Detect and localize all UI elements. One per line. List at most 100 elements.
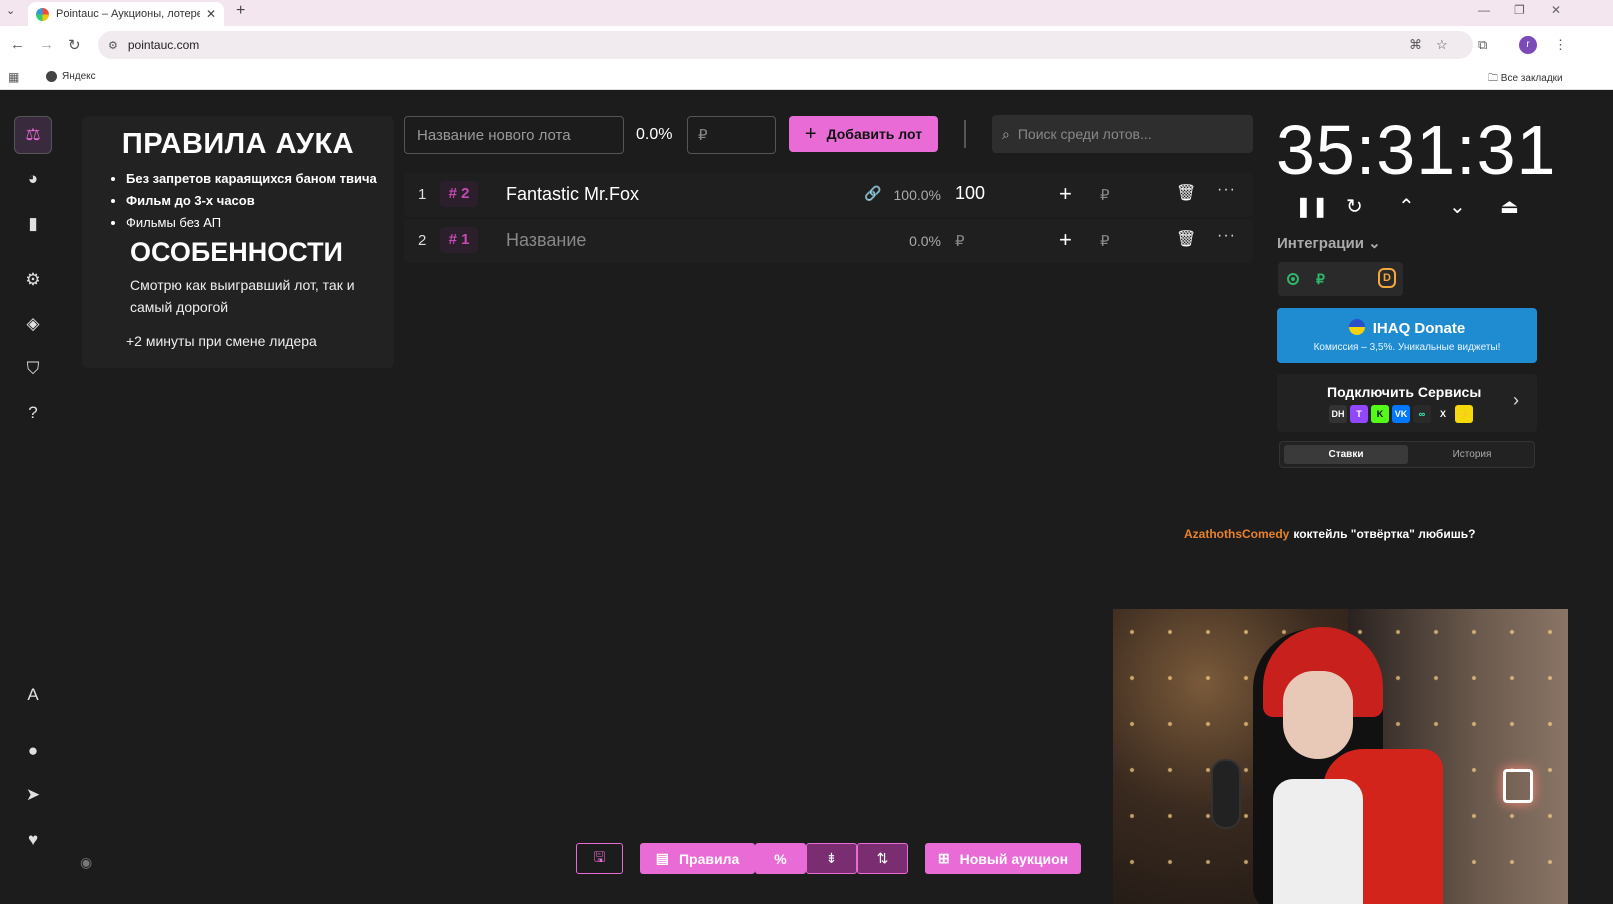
add-amount-icon[interactable]: +: [1059, 181, 1072, 207]
forward-icon[interactable]: →: [39, 36, 54, 53]
tab-title: Pointauc – Аукционы, лотереи: [56, 8, 200, 20]
chevron-double-up-icon[interactable]: ⏏: [1500, 194, 1519, 219]
bolt-icon: ⚡: [1455, 405, 1473, 423]
status-icon[interactable]: [1287, 273, 1299, 285]
lot-index: 2: [418, 232, 427, 249]
site-info-icon[interactable]: ⚙: [108, 39, 118, 52]
chat-message: AzathothsComedy коктейль "отвёртка" любиш…: [1184, 527, 1475, 541]
cam-microphone: [1211, 759, 1241, 829]
history-tabs: Ставки История: [1279, 441, 1535, 468]
apps-icon[interactable]: ▦: [8, 70, 19, 84]
plus-icon: +: [804, 122, 817, 145]
lot-amount[interactable]: ₽: [955, 232, 965, 250]
sidebar-item-layers-icon[interactable]: ◈: [14, 305, 52, 343]
search-input[interactable]: ⌕ Поиск среди лотов...: [992, 115, 1253, 153]
divider: [964, 120, 966, 148]
sidebar-item-stats-icon[interactable]: ▮: [14, 205, 52, 243]
new-auction-button[interactable]: ⊞ Новый аукцион: [925, 843, 1081, 874]
lot-row: 1 # 2 Fantastic Mr.Fox 🔗 100.0% 100 + ₽ …: [404, 173, 1253, 217]
sidebar-item-donate-icon[interactable]: ♥: [14, 821, 52, 859]
delete-icon[interactable]: 🗑: [1176, 183, 1196, 203]
search-placeholder: Поиск среди лотов...: [1017, 126, 1152, 142]
new-tab-button[interactable]: +: [236, 2, 245, 20]
sidebar-item-settings-icon[interactable]: ⚙: [14, 261, 52, 299]
rules-title: ПРАВИЛА АУКА: [121, 128, 355, 160]
save-button[interactable]: 🖫: [576, 843, 623, 874]
cam-dress: [1273, 779, 1363, 904]
reload-icon[interactable]: ↻: [68, 36, 81, 54]
x-icon: X: [1434, 405, 1452, 423]
bookmark-label: Яндекс: [62, 71, 96, 82]
donate-banner[interactable]: IHAQ Donate Комиссия – 3,5%. Уникальные …: [1277, 308, 1537, 363]
lot-row: 2 # 1 Название 0.0% ₽ + ₽ 🗑 ···: [404, 219, 1253, 263]
percent-button[interactable]: %: [755, 843, 806, 874]
url-field[interactable]: ⚙ pointauc.com: [98, 31, 1473, 59]
new-lot-input[interactable]: [404, 116, 624, 154]
reset-icon[interactable]: ↻: [1346, 194, 1363, 219]
rules-item: Фильмы без АП: [126, 215, 380, 230]
menu-icon[interactable]: ⋮: [1554, 37, 1567, 53]
lot-amount[interactable]: 100: [955, 183, 985, 204]
sort-button[interactable]: ⇅: [857, 843, 908, 874]
profile-avatar[interactable]: r: [1519, 36, 1537, 54]
more-icon[interactable]: ···: [1217, 227, 1236, 245]
connect-services-button[interactable]: Подключить Сервисы DH T K VK ∞ X ⚡ ›: [1277, 374, 1537, 432]
link-icon[interactable]: 🔗: [864, 185, 881, 202]
percent-icon: %: [774, 850, 787, 867]
all-bookmarks[interactable]: 🗀 Все закладки: [1488, 71, 1563, 88]
amount-input[interactable]: [687, 116, 776, 154]
tab-history[interactable]: История: [1410, 445, 1534, 464]
chat-user: AzathothsComedy: [1184, 527, 1290, 541]
sidebar-item-github-icon[interactable]: ●: [14, 732, 52, 770]
back-icon[interactable]: ←: [10, 36, 25, 53]
bookmark-yandex[interactable]: Яндекс: [46, 71, 96, 82]
minimize-icon[interactable]: —: [1478, 3, 1490, 17]
rules-icon: ▤: [655, 850, 669, 866]
rules-extra: +2 минуты при смене лидера: [126, 333, 317, 349]
chevron-down-icon[interactable]: ⌄: [1449, 194, 1466, 219]
close-tab-icon[interactable]: ✕: [206, 7, 216, 21]
donate-subtitle: Комиссия – 3,5%. Уникальные виджеты!: [1313, 342, 1501, 353]
tab-list-icon[interactable]: ⌄: [6, 4, 15, 17]
sidebar-item-translate-icon[interactable]: A: [14, 676, 52, 714]
lot-percent: 0.0%: [909, 233, 941, 249]
bookmark-star-icon[interactable]: ☆: [1436, 37, 1448, 53]
sidebar-item-help-icon[interactable]: ?: [14, 394, 52, 432]
restore-icon[interactable]: ❐: [1514, 3, 1525, 17]
lot-name[interactable]: Fantastic Mr.Fox: [506, 184, 639, 205]
sidebar-item-wheel-icon[interactable]: ◕: [14, 160, 52, 198]
tab-bets[interactable]: Ставки: [1284, 445, 1408, 464]
chevron-up-icon[interactable]: ⌃: [1398, 194, 1415, 219]
donationalerts-icon[interactable]: D: [1378, 268, 1396, 288]
services-icons: DH T K VK ∞ X ⚡: [1329, 405, 1473, 423]
add-lot-button[interactable]: + Добавить лот: [789, 116, 938, 152]
extensions-icon[interactable]: ⧉: [1478, 37, 1487, 53]
rules-button[interactable]: ▤ Правила: [640, 843, 755, 874]
browser-tab[interactable]: Pointauc – Аукционы, лотереи ✕: [28, 2, 224, 26]
translate-icon[interactable]: ⌘: [1409, 37, 1422, 53]
more-icon[interactable]: ···: [1217, 181, 1236, 199]
address-bar: ← → ↻ ⚙ pointauc.com: [0, 26, 1613, 64]
pause-icon[interactable]: ❚❚: [1295, 194, 1329, 219]
sidebar-item-auction-icon[interactable]: ⚖: [14, 116, 52, 154]
delete-icon[interactable]: 🗑: [1176, 229, 1196, 249]
eye-icon[interactable]: ◉: [80, 854, 92, 871]
add-amount-icon[interactable]: +: [1059, 227, 1072, 253]
lot-name[interactable]: Название: [506, 230, 586, 251]
close-window-icon[interactable]: ✕: [1551, 3, 1561, 17]
sidebar-item-telegram-icon[interactable]: ➤: [14, 776, 52, 814]
sidebar-item-shield-icon[interactable]: ⛉: [14, 350, 52, 388]
bookmarks-bar: ▦ Яндекс 🗀 Все закладки: [0, 64, 1613, 90]
lot-tag: # 2: [440, 181, 478, 207]
lot-currency[interactable]: ₽: [1100, 186, 1110, 204]
features-title: ОСОБЕННОСТИ: [130, 237, 343, 267]
new-lot-percent: 0.0%: [636, 126, 673, 143]
ruble-icon[interactable]: ₽: [1316, 271, 1325, 288]
app-root: ⚖ ◕ ▮ ⚙ ◈ ⛉ ? A ● ➤ ♥ ◉ ПРАВИЛА АУКА Без…: [0, 96, 1613, 904]
chat-text: коктейль "отвёртка" любишь?: [1293, 527, 1476, 541]
search-icon: ⌕: [1002, 125, 1010, 142]
integrations-toggle[interactable]: Интеграции ⌄: [1277, 234, 1381, 252]
lot-currency[interactable]: ₽: [1100, 232, 1110, 250]
compress-button[interactable]: ⇟: [806, 843, 857, 874]
add-lot-label: Добавить лот: [826, 126, 923, 142]
